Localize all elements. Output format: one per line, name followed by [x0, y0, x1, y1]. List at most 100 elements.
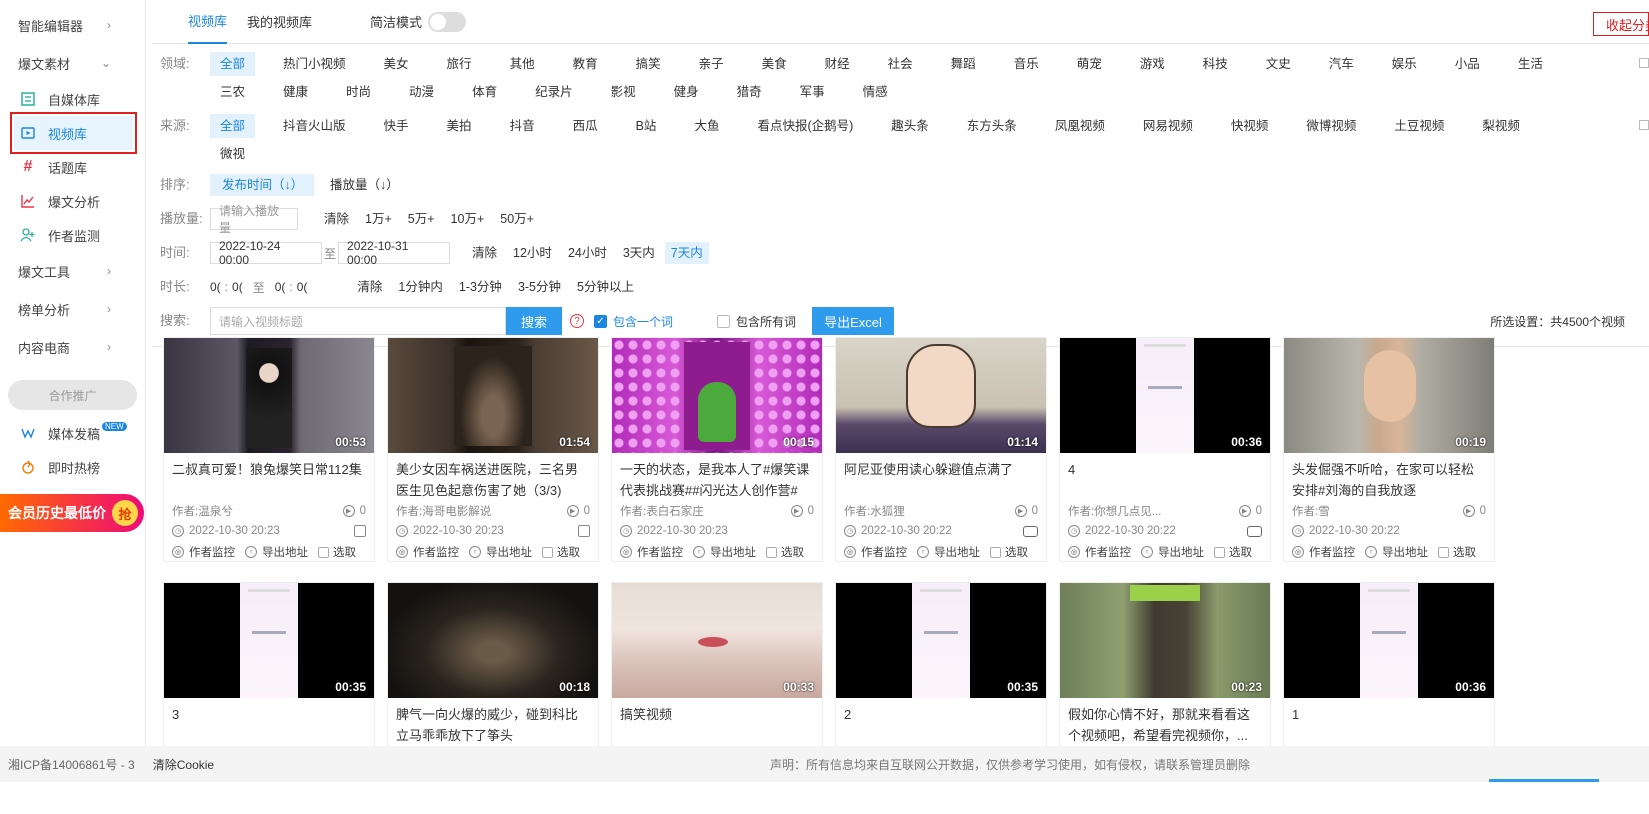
select-checkbox[interactable]: 选取: [1214, 544, 1252, 560]
duration-from-minutes[interactable]: 0(: [232, 280, 243, 294]
domain-chip[interactable]: 科技: [1193, 52, 1238, 76]
simple-mode-toggle[interactable]: [428, 11, 467, 32]
clear-cookie-link[interactable]: 清除Cookie: [153, 756, 214, 773]
video-thumbnail[interactable]: 00:33: [612, 583, 822, 698]
sidebar-item-video-library[interactable]: 视频库: [10, 112, 137, 154]
domain-chip[interactable]: 财经: [815, 52, 860, 76]
video-title[interactable]: 4: [1060, 453, 1270, 501]
source-chip[interactable]: 看点快报(企鹅号): [747, 114, 863, 138]
member-promo-banner[interactable]: 会员历史最低价 抢: [0, 494, 144, 532]
domain-chip[interactable]: 猎奇: [727, 80, 772, 104]
domain-chip[interactable]: 热门小视频: [273, 52, 356, 76]
video-thumbnail[interactable]: 00:19: [1284, 338, 1494, 453]
expand-icon[interactable]: [1639, 58, 1649, 68]
time-option[interactable]: 3天内: [617, 242, 661, 264]
include-all-words-option[interactable]: 包含所有词: [717, 313, 796, 330]
video-title[interactable]: 搞笑视频: [612, 698, 822, 746]
collapse-categories-button[interactable]: 收起分类: [1593, 12, 1649, 36]
time-option[interactable]: 7天内: [664, 242, 709, 264]
author-monitor-button[interactable]: ◎ 作者监控: [620, 544, 683, 560]
domain-chip[interactable]: 游戏: [1130, 52, 1175, 76]
video-thumbnail[interactable]: 01:14: [836, 338, 1046, 453]
plays-option[interactable]: 50万+: [494, 208, 540, 230]
time-to-input[interactable]: 2022-10-31 00:00: [338, 239, 451, 267]
source-chip[interactable]: 快手: [374, 114, 419, 138]
duration-option[interactable]: 5分钟以上: [571, 276, 640, 298]
video-title[interactable]: 一天的状态，是我本人了#爆笑课代表挑战赛##闪光达人创作营#: [612, 453, 822, 501]
domain-chip[interactable]: 情感: [853, 80, 898, 104]
source-chip[interactable]: 快视频: [1221, 114, 1279, 138]
duration-option[interactable]: 1-3分钟: [453, 276, 508, 298]
author-monitor-button[interactable]: ◎ 作者监控: [396, 544, 459, 560]
duration-option[interactable]: 1分钟内: [392, 276, 448, 298]
sidebar-item-media-library[interactable]: 自媒体库: [0, 82, 145, 116]
author-monitor-button[interactable]: ◎ 作者监控: [1292, 544, 1355, 560]
domain-chip[interactable]: 影视: [601, 80, 646, 104]
select-checkbox[interactable]: 选取: [766, 544, 804, 560]
select-checkbox[interactable]: 选取: [542, 544, 580, 560]
domain-chip[interactable]: 文史: [1256, 52, 1301, 76]
sort-by-publish-time[interactable]: 发布时间（↓）: [210, 174, 314, 196]
duration-to-hours[interactable]: 0(: [275, 280, 286, 294]
video-thumbnail[interactable]: 00:36: [1284, 583, 1494, 698]
domain-chip[interactable]: 健身: [664, 80, 709, 104]
video-thumbnail[interactable]: 00:18: [388, 583, 598, 698]
sidebar-group-tools[interactable]: 爆文工具 ›: [0, 252, 145, 290]
video-thumbnail[interactable]: 00:15: [612, 338, 822, 453]
video-card[interactable]: 00:53 二叔真可爱！狼兔爆笑日常112集 作者:温泉兮 ▶ 0 ◷ 2022-1…: [164, 338, 374, 561]
domain-chip[interactable]: 全部: [210, 52, 256, 76]
time-from-input[interactable]: 2022-10-24 00:00: [210, 239, 322, 267]
domain-chip[interactable]: 教育: [563, 52, 608, 76]
video-title[interactable]: 假如你心情不好，那就来看看这个视频吧，希望看完视频你，...: [1060, 698, 1270, 746]
domain-chip[interactable]: 健康: [273, 80, 318, 104]
tab-my-video-library[interactable]: 我的视频库: [247, 0, 312, 44]
domain-chip[interactable]: 动漫: [399, 80, 444, 104]
sidebar-group-rankings[interactable]: 榜单分析 ›: [0, 290, 145, 328]
domain-chip[interactable]: 美女: [374, 52, 419, 76]
source-chip[interactable]: B站: [626, 114, 667, 138]
domain-chip[interactable]: 三农: [210, 80, 255, 104]
domain-chip[interactable]: 军事: [790, 80, 835, 104]
sort-by-plays[interactable]: 播放量（↓）: [318, 174, 411, 196]
tab-video-library[interactable]: 视频库: [188, 0, 228, 44]
video-title[interactable]: 1: [1284, 698, 1494, 746]
include-one-word-option[interactable]: ✓ 包含一个词: [594, 313, 673, 330]
select-checkbox[interactable]: 选取: [1438, 544, 1476, 560]
duration-option[interactable]: 清除: [351, 276, 388, 298]
export-excel-button[interactable]: 导出Excel: [812, 307, 895, 335]
domain-chip[interactable]: 汽车: [1319, 52, 1364, 76]
video-title[interactable]: 头发倔强不听哈，在家可以轻松安排#刘海的自我放逐: [1284, 453, 1494, 501]
author-monitor-button[interactable]: ◎ 作者监控: [1068, 544, 1131, 560]
sidebar-group-ecommerce[interactable]: 内容电商 ›: [0, 328, 145, 366]
source-chip[interactable]: 抖音火山版: [273, 114, 356, 138]
domain-chip[interactable]: 社会: [878, 52, 923, 76]
source-chip[interactable]: 美拍: [437, 114, 482, 138]
time-option[interactable]: 清除: [466, 242, 503, 264]
search-button[interactable]: 搜索: [506, 307, 562, 335]
domain-chip[interactable]: 舞蹈: [941, 52, 986, 76]
author-monitor-button[interactable]: ◎ 作者监控: [172, 544, 235, 560]
search-input[interactable]: 请输入视频标题: [210, 307, 506, 335]
video-title[interactable]: 阿尼亚使用读心躲避值点满了: [836, 453, 1046, 501]
video-title[interactable]: 3: [164, 698, 374, 746]
domain-chip[interactable]: 时尚: [336, 80, 381, 104]
domain-chip[interactable]: 娱乐: [1382, 52, 1427, 76]
export-address-button[interactable]: ↑ 导出地址: [693, 544, 756, 560]
partner-promo-button[interactable]: 合作推广: [8, 380, 137, 410]
sidebar-group-editor[interactable]: 智能编辑器 ›: [0, 6, 145, 44]
video-title[interactable]: 美少女因车祸送进医院，三名男医生见色起意伤害了她（3/3): [388, 453, 598, 501]
source-chip[interactable]: 东方头条: [957, 114, 1027, 138]
export-address-button[interactable]: ↑ 导出地址: [469, 544, 532, 560]
plays-option[interactable]: 1万+: [359, 208, 398, 230]
domain-chip[interactable]: 体育: [462, 80, 507, 104]
export-address-button[interactable]: ↑ 导出地址: [1141, 544, 1204, 560]
sidebar-group-materials[interactable]: 爆文素材 ⌄: [0, 44, 145, 82]
select-checkbox[interactable]: 选取: [318, 544, 356, 560]
video-thumbnail[interactable]: 01:54: [388, 338, 598, 453]
video-title[interactable]: 2: [836, 698, 1046, 746]
video-thumbnail[interactable]: 00:35: [836, 583, 1046, 698]
source-chip[interactable]: 大鱼: [684, 114, 729, 138]
video-thumbnail[interactable]: 00:36: [1060, 338, 1270, 453]
video-card[interactable]: 00:36 4 作者:你想几点见... ▶ 0 ◷ 2022-10-30 20:22…: [1060, 338, 1270, 561]
expand-icon[interactable]: [1639, 120, 1649, 130]
